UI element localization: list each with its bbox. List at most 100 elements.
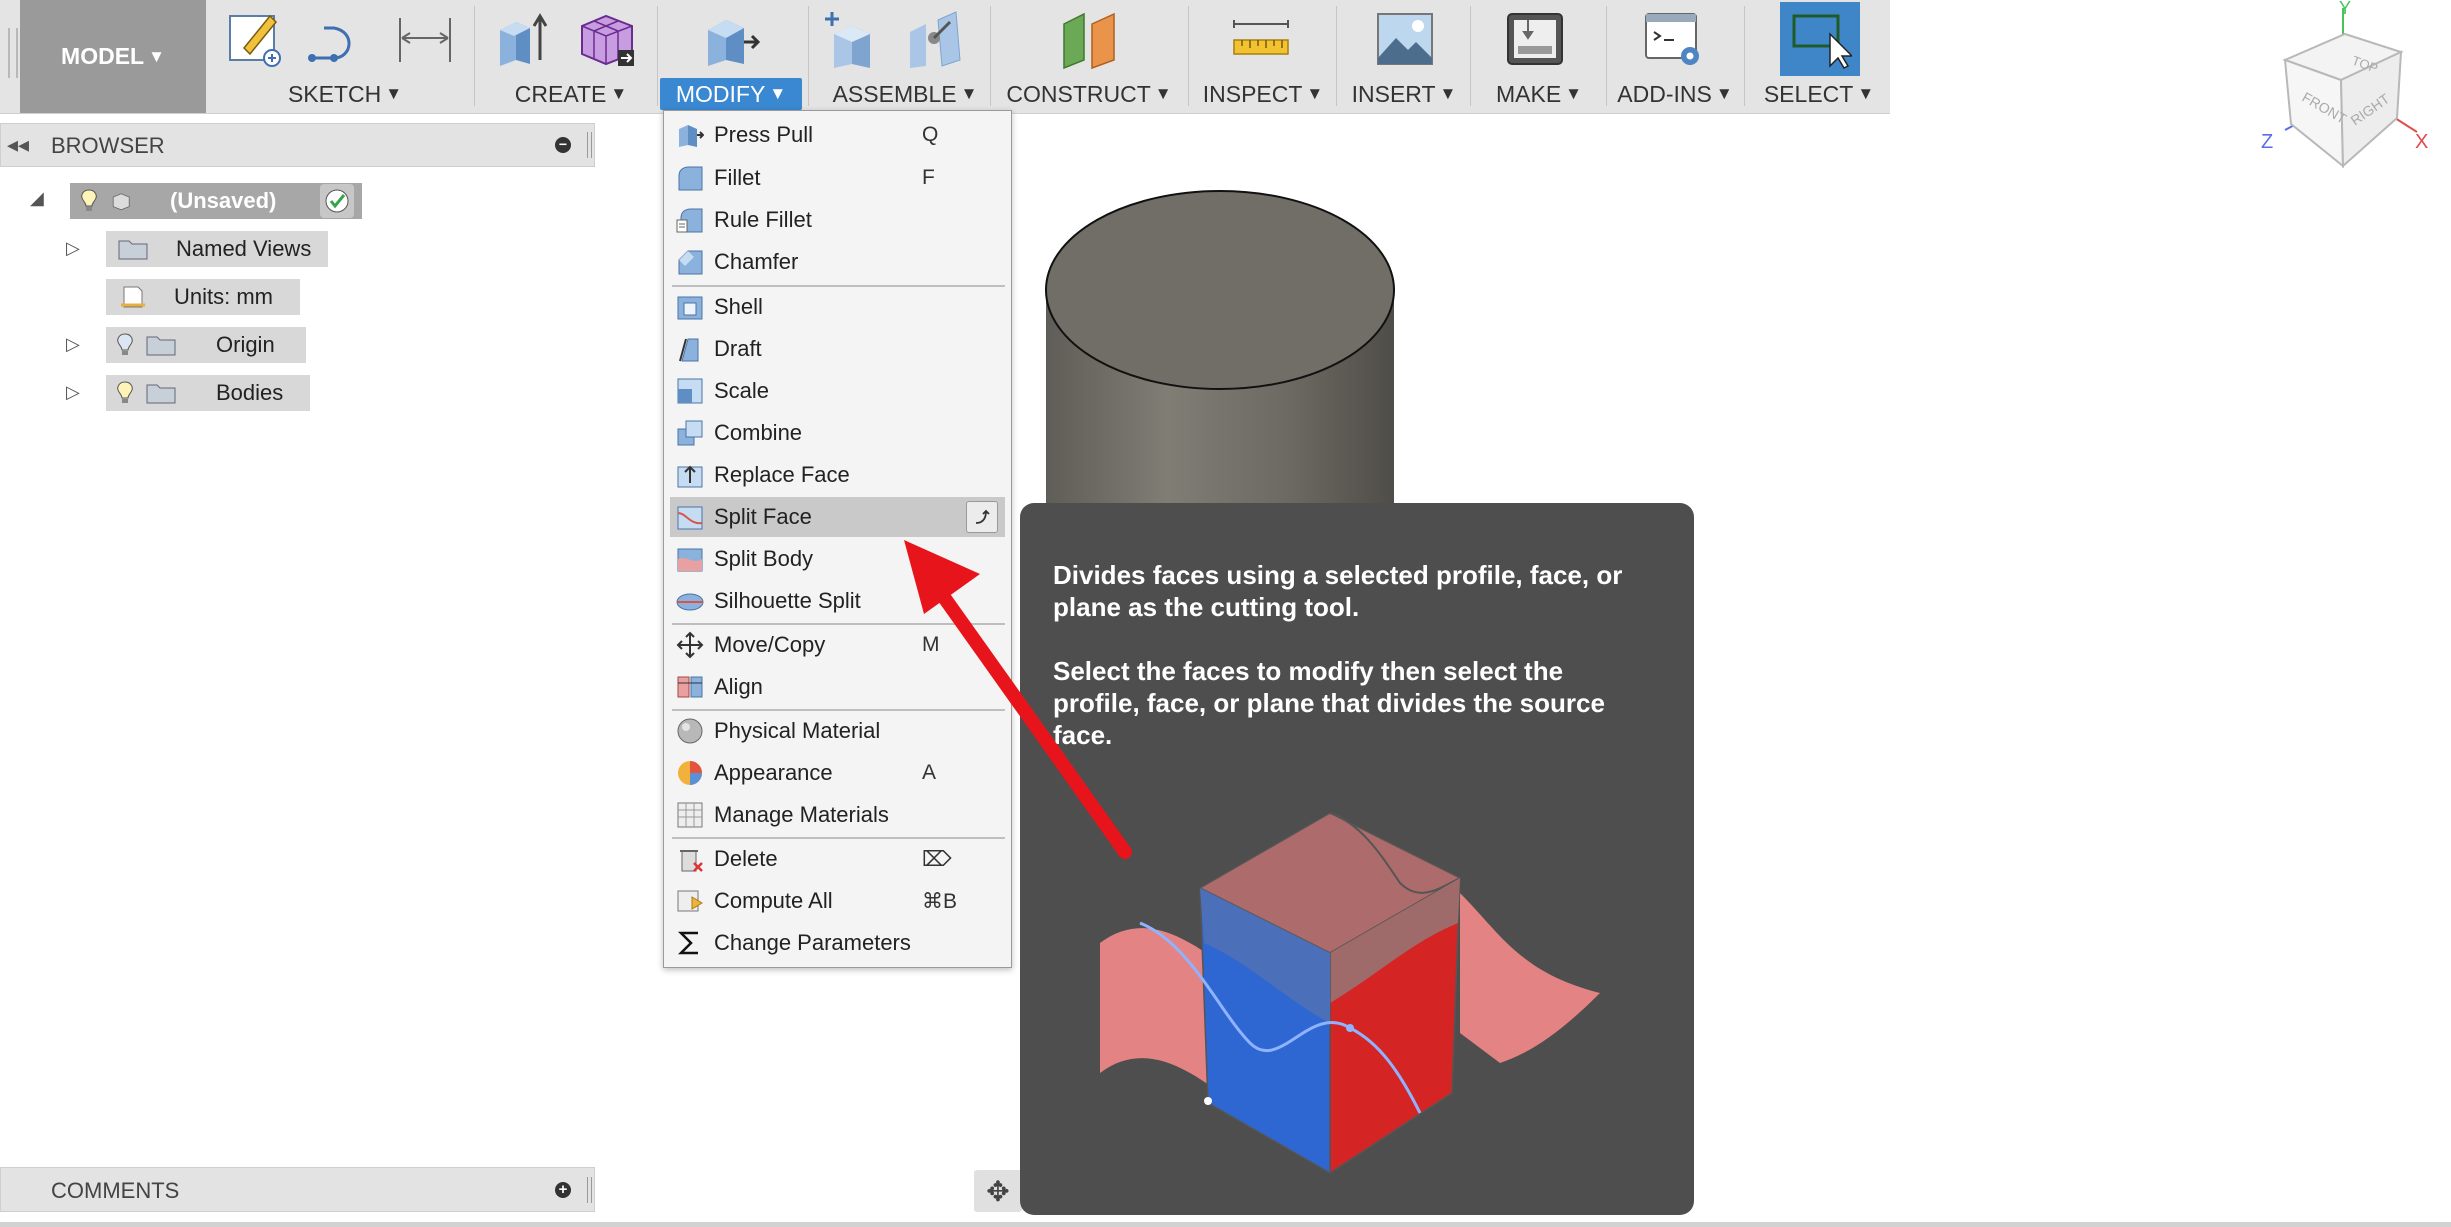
tree-item-units[interactable]: Units: mm	[106, 279, 300, 315]
assemble-menu[interactable]: ASSEMBLE ▼	[822, 78, 988, 110]
tree-item-named-views[interactable]: Named Views	[106, 231, 328, 267]
tree-item-label: Origin	[216, 332, 275, 357]
extrude-icon[interactable]	[492, 8, 554, 70]
menu-item-label: Move/Copy	[714, 632, 826, 657]
minimize-icon[interactable]: −	[555, 137, 571, 153]
construct-group: CONSTRUCT ▼	[994, 0, 1184, 113]
select-group: SELECT ▼	[1748, 0, 1890, 113]
modify-group: MODIFY ▼	[660, 0, 806, 113]
menu-item-draft[interactable]: Draft	[670, 329, 1005, 369]
lightbulb-icon[interactable]	[116, 333, 134, 357]
silhouette-split-icon	[676, 593, 704, 611]
chevron-down-icon: ▼	[1857, 84, 1875, 103]
expand-triangle-icon[interactable]: ▷	[66, 382, 80, 403]
comments-panel-header[interactable]: COMMENTS +	[0, 1167, 595, 1212]
browser-panel-header: ◂◂ BROWSER −	[0, 123, 595, 167]
create-menu[interactable]: CREATE ▼	[488, 78, 654, 110]
menu-item-shell[interactable]: Shell	[670, 287, 1005, 327]
chevron-down-icon: ▼	[960, 84, 978, 103]
folder-icon	[118, 240, 148, 260]
menu-item-label: Split Body	[714, 546, 814, 571]
add-ins-group: ADD-INS ▼	[1610, 0, 1740, 113]
scripts-icon[interactable]	[1642, 8, 1704, 70]
split-face-icon	[677, 506, 703, 530]
shortcut-label: ⌘B	[922, 889, 958, 913]
menu-item-label: Press Pull	[714, 122, 814, 147]
chevron-down-icon: ▼	[1715, 84, 1733, 103]
chevron-down-icon: ▼	[1565, 84, 1582, 103]
move-icon	[676, 631, 704, 659]
menu-item-label: Delete	[714, 846, 778, 871]
insert-menu[interactable]: INSERT ▼	[1340, 78, 1468, 110]
cylinder-body[interactable]	[1040, 185, 1404, 505]
add-comment-icon[interactable]: +	[555, 1182, 571, 1198]
insert-image-icon[interactable]	[1374, 8, 1436, 70]
expand-triangle-icon[interactable]: ▷	[66, 334, 80, 355]
create-group: CREATE ▼	[478, 0, 654, 113]
menu-item-compute-all[interactable]: Compute All ⌘B	[670, 881, 1005, 921]
assemble-group: ASSEMBLE ▼	[812, 0, 988, 113]
joint-icon[interactable]	[904, 8, 966, 70]
menu-item-label: Shell	[714, 294, 763, 319]
lightbulb-icon[interactable]	[80, 189, 98, 213]
menu-item-press-pull[interactable]: Press Pull Q	[670, 115, 1005, 155]
tree-item-label: Named Views	[176, 236, 312, 261]
tree-item-bodies[interactable]: Bodies	[106, 375, 310, 411]
manage-materials-icon	[677, 802, 703, 828]
sketch-menu[interactable]: SKETCH ▼	[250, 78, 440, 110]
draft-icon	[679, 338, 699, 362]
create-sketch-icon[interactable]	[224, 8, 286, 70]
menu-item-label: Replace Face	[714, 462, 850, 487]
menu-item-combine[interactable]: Combine	[670, 413, 1005, 453]
menu-item-rule-fillet[interactable]: Rule Fillet	[670, 200, 1005, 240]
sketch-line-icon[interactable]	[304, 8, 366, 70]
measure-icon[interactable]	[1230, 8, 1292, 70]
tree-root-unsaved[interactable]: (Unsaved)	[70, 183, 362, 219]
make-menu[interactable]: MAKE ▼	[1474, 78, 1604, 110]
menu-item-label: Compute All	[714, 888, 833, 913]
collapse-panel-icon[interactable]: ◂◂	[7, 132, 29, 158]
panel-grip[interactable]	[587, 1177, 592, 1203]
lightbulb-icon[interactable]	[116, 381, 134, 405]
collapse-triangle-icon[interactable]: ◢	[30, 188, 44, 209]
expand-triangle-icon[interactable]: ▷	[66, 238, 80, 259]
shortcut-label: F	[922, 166, 935, 189]
workspace-label: MODEL	[61, 43, 145, 69]
add-ins-menu[interactable]: ADD-INS ▼	[1610, 78, 1740, 110]
folder-icon	[146, 336, 176, 356]
z-axis-label: Z	[2261, 131, 2273, 153]
select-menu[interactable]: SELECT ▼	[1748, 78, 1890, 110]
panel-grip[interactable]	[587, 132, 592, 158]
offset-plane-icon[interactable]	[1058, 8, 1120, 70]
split-face-illustration	[1100, 812, 1600, 1175]
tooltip-description: Divides faces using a selected profile, …	[1053, 560, 1623, 622]
menu-item-scale[interactable]: Scale	[670, 371, 1005, 411]
toolbar-grip[interactable]	[8, 28, 18, 78]
construct-menu[interactable]: CONSTRUCT ▼	[994, 78, 1184, 110]
tree-item-origin[interactable]: Origin	[106, 327, 306, 363]
form-box-icon[interactable]	[576, 8, 638, 70]
sketch-dimension-icon[interactable]	[394, 8, 456, 70]
view-cube[interactable]: Y Z X TOP FRONT RIGHT	[2255, 0, 2435, 170]
y-axis-label: Y	[2339, 0, 2351, 18]
compute-all-icon	[677, 890, 703, 912]
pan-icon[interactable]: ✥	[974, 1170, 1022, 1212]
active-component-check-icon[interactable]	[320, 184, 354, 218]
folder-icon	[146, 384, 176, 404]
chevron-down-icon: ▼	[148, 46, 165, 66]
menu-item-fillet[interactable]: Fillet F	[670, 158, 1005, 198]
split-body-icon	[677, 548, 703, 572]
modify-menu[interactable]: MODIFY ▼	[660, 78, 802, 110]
menu-item-label: Align	[714, 674, 763, 699]
browser-title: BROWSER	[51, 133, 165, 158]
workspace-switcher[interactable]: MODEL ▼	[20, 0, 206, 113]
press-pull-icon[interactable]	[700, 8, 762, 70]
menu-item-replace-face[interactable]: Replace Face	[670, 455, 1005, 495]
chevron-down-icon: ▼	[1439, 84, 1457, 103]
menu-item-chamfer[interactable]: Chamfer	[670, 242, 1005, 282]
inspect-menu[interactable]: INSPECT ▼	[1192, 78, 1334, 110]
new-component-icon[interactable]	[824, 8, 886, 70]
menu-item-change-parameters[interactable]: Change Parameters	[670, 923, 1005, 963]
chevron-down-icon: ▼	[769, 84, 787, 103]
3d-print-icon[interactable]	[1504, 8, 1566, 70]
